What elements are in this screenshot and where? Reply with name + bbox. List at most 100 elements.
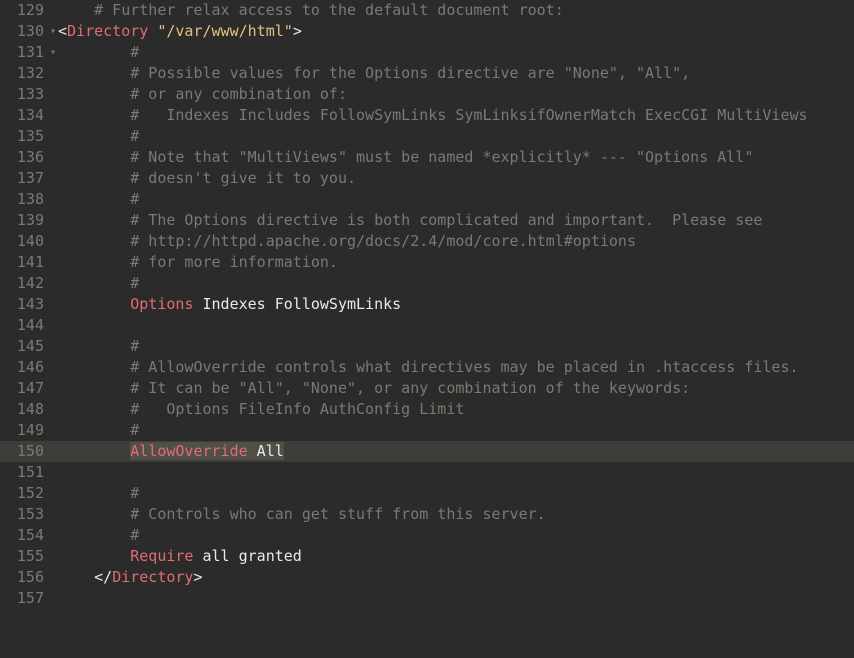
code-content[interactable]: # Options FileInfo AuthConfig Limit: [58, 399, 464, 420]
line-row[interactable]: 152 #: [0, 483, 854, 504]
indent: [58, 42, 130, 63]
line-row[interactable]: 148 # Options FileInfo AuthConfig Limit: [0, 399, 854, 420]
line-row[interactable]: 142 #: [0, 273, 854, 294]
line-row[interactable]: 137 # doesn't give it to you.: [0, 168, 854, 189]
line-row[interactable]: 133 # or any combination of:: [0, 84, 854, 105]
line-row[interactable]: 151: [0, 462, 854, 483]
code-content[interactable]: Require all granted: [58, 546, 302, 567]
code-content[interactable]: # http://httpd.apache.org/docs/2.4/mod/c…: [58, 231, 636, 252]
line-row[interactable]: 155 Require all granted: [0, 546, 854, 567]
indent: [58, 357, 130, 378]
indent: [58, 273, 130, 294]
line-number: 134: [0, 105, 58, 126]
token-plain: All: [248, 442, 284, 460]
code-content[interactable]: # AllowOverride controls what directives…: [58, 357, 799, 378]
line-row[interactable]: 130<Directory "/var/www/html">: [0, 21, 854, 42]
token-plain: Indexes FollowSymLinks: [193, 295, 401, 313]
code-content[interactable]: #: [58, 273, 139, 294]
indent: [58, 294, 130, 315]
token-comment: # Further relax access to the default do…: [94, 1, 564, 19]
line-row[interactable]: 129 # Further relax access to the defaul…: [0, 0, 854, 21]
token-key: Require: [130, 547, 193, 565]
line-number: 129: [0, 0, 58, 21]
token-plain: [148, 22, 157, 40]
code-content[interactable]: # Controls who can get stuff from this s…: [58, 504, 546, 525]
line-number: 149: [0, 420, 58, 441]
line-row[interactable]: 147 # It can be "All", "None", or any co…: [0, 378, 854, 399]
line-number: 142: [0, 273, 58, 294]
line-number: 131: [0, 42, 58, 63]
line-number: 154: [0, 525, 58, 546]
code-content[interactable]: Options Indexes FollowSymLinks: [58, 294, 401, 315]
code-content[interactable]: # for more information.: [58, 252, 338, 273]
line-row[interactable]: 135 #: [0, 126, 854, 147]
token-punct: <: [58, 22, 67, 40]
line-row[interactable]: 140 # http://httpd.apache.org/docs/2.4/m…: [0, 231, 854, 252]
code-content[interactable]: # doesn't give it to you.: [58, 168, 356, 189]
indent: [58, 84, 130, 105]
line-row[interactable]: 132 # Possible values for the Options di…: [0, 63, 854, 84]
token-comment: # for more information.: [130, 253, 338, 271]
indent: [58, 126, 130, 147]
line-row[interactable]: 144: [0, 315, 854, 336]
token-comment: #: [130, 190, 139, 208]
selection: AllowOverride All: [130, 442, 284, 460]
line-row[interactable]: 131 #: [0, 42, 854, 63]
line-row[interactable]: 154 #: [0, 525, 854, 546]
code-content[interactable]: <Directory "/var/www/html">: [58, 21, 302, 42]
token-comment: #: [130, 274, 139, 292]
code-content[interactable]: # The Options directive is both complica…: [58, 210, 762, 231]
line-row[interactable]: 157: [0, 588, 854, 609]
token-comment: # http://httpd.apache.org/docs/2.4/mod/c…: [130, 232, 636, 250]
line-row[interactable]: 143 Options Indexes FollowSymLinks: [0, 294, 854, 315]
line-row[interactable]: 153 # Controls who can get stuff from th…: [0, 504, 854, 525]
token-comment: #: [130, 127, 139, 145]
code-editor[interactable]: 129 # Further relax access to the defaul…: [0, 0, 854, 658]
token-comment: #: [130, 484, 139, 502]
line-number: 157: [0, 588, 58, 609]
code-content[interactable]: # It can be "All", "None", or any combin…: [58, 378, 690, 399]
token-plain: all granted: [193, 547, 301, 565]
line-row[interactable]: 138 #: [0, 189, 854, 210]
line-row[interactable]: 136 # Note that "MultiViews" must be nam…: [0, 147, 854, 168]
indent: [58, 231, 130, 252]
indent: [58, 189, 130, 210]
line-row[interactable]: 141 # for more information.: [0, 252, 854, 273]
code-content[interactable]: #: [58, 42, 139, 63]
code-content[interactable]: # Possible values for the Options direct…: [58, 63, 690, 84]
token-comment: # or any combination of:: [130, 85, 347, 103]
indent: [58, 567, 94, 588]
token-punct: >: [293, 22, 302, 40]
code-content[interactable]: #: [58, 336, 139, 357]
token-comment: # Indexes Includes FollowSymLinks SymLin…: [130, 106, 807, 124]
code-content[interactable]: #: [58, 483, 139, 504]
code-content[interactable]: #: [58, 126, 139, 147]
line-row[interactable]: 134 # Indexes Includes FollowSymLinks Sy…: [0, 105, 854, 126]
token-comment: # Note that "MultiViews" must be named *…: [130, 148, 753, 166]
line-row[interactable]: 139 # The Options directive is both comp…: [0, 210, 854, 231]
line-number: 150: [0, 441, 58, 462]
line-row[interactable]: 156 </Directory>: [0, 567, 854, 588]
line-number: 130: [0, 21, 58, 42]
line-row[interactable]: 150 AllowOverride All: [0, 441, 854, 462]
code-content[interactable]: #: [58, 525, 139, 546]
line-row[interactable]: 149 #: [0, 420, 854, 441]
code-content[interactable]: # Note that "MultiViews" must be named *…: [58, 147, 753, 168]
code-content[interactable]: AllowOverride All: [58, 441, 284, 462]
token-comment: # Possible values for the Options direct…: [130, 64, 690, 82]
line-row[interactable]: 145 #: [0, 336, 854, 357]
indent: [58, 483, 130, 504]
line-number: 140: [0, 231, 58, 252]
code-lines[interactable]: 129 # Further relax access to the defaul…: [0, 0, 854, 658]
code-content[interactable]: # or any combination of:: [58, 84, 347, 105]
line-number: 139: [0, 210, 58, 231]
code-content[interactable]: # Indexes Includes FollowSymLinks SymLin…: [58, 105, 808, 126]
line-number: 143: [0, 294, 58, 315]
indent: [58, 252, 130, 273]
line-row[interactable]: 146 # AllowOverride controls what direct…: [0, 357, 854, 378]
line-number: 151: [0, 462, 58, 483]
code-content[interactable]: </Directory>: [58, 567, 203, 588]
code-content[interactable]: #: [58, 420, 139, 441]
code-content[interactable]: # Further relax access to the default do…: [58, 0, 564, 21]
code-content[interactable]: #: [58, 189, 139, 210]
